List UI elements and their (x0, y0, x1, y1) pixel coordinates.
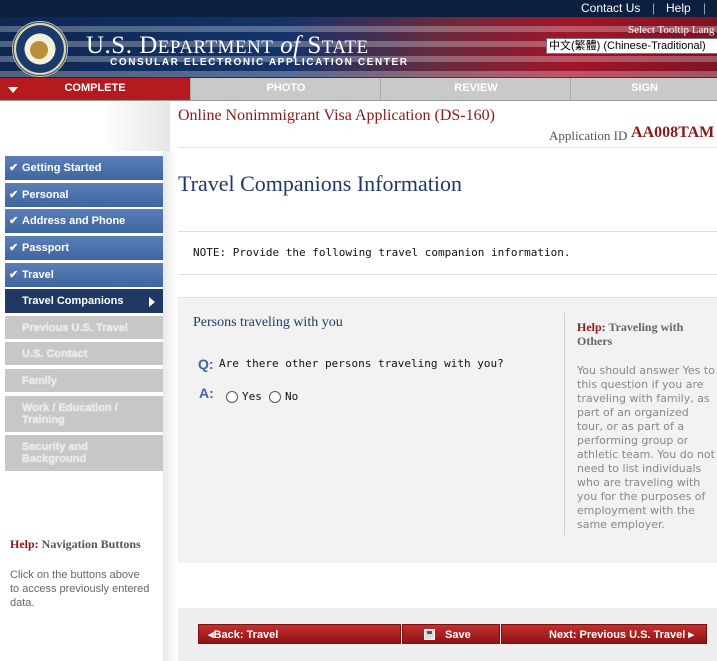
save-button[interactable]: Save (402, 624, 500, 644)
chevron-right-icon: ▸ (688, 629, 694, 641)
help-title: Help: Traveling with Others (577, 320, 684, 348)
help-link[interactable]: Help (666, 1, 691, 15)
chevron-right-icon (149, 297, 155, 307)
sidebar-shade (163, 151, 177, 661)
sidebar-item-passport[interactable]: ✔ Passport (5, 236, 163, 261)
checkmark-icon: ✔ (9, 189, 19, 201)
divider (178, 147, 717, 148)
progress-step-sign: SIGN (570, 78, 717, 100)
sidebar-item-travel-companions[interactable]: Travel Companions (5, 289, 163, 314)
department-subtitle: CONSULAR ELECTRONIC APPLICATION CENTER (110, 57, 409, 68)
floppy-disk-icon (424, 629, 435, 640)
page-title: Travel Companions Information (178, 171, 462, 196)
chevron-down-icon (8, 87, 18, 93)
navigation-help-title: Help: Navigation Buttons (10, 537, 141, 551)
checkmark-icon: ✔ (9, 242, 19, 254)
radio-yes-label[interactable]: Yes (242, 390, 262, 403)
application-id-label: Application ID (549, 128, 628, 143)
sidebar-item-previous-us-travel: Previous U.S. Travel (5, 316, 163, 340)
eagle-icon (30, 41, 48, 59)
top-separator: | (652, 1, 656, 15)
sidebar-item-travel[interactable]: ✔ Travel (5, 263, 163, 288)
contact-us-link[interactable]: Contact Us (581, 1, 640, 15)
next-button[interactable]: Next: Previous U.S. Travel ▸ (501, 624, 707, 644)
application-title: Online Nonimmigrant Visa Application (DS… (178, 107, 495, 124)
question-marker: Q: (198, 356, 214, 372)
checkmark-icon: ✔ (9, 215, 19, 227)
tooltip-language-label: Select Tooltip Lang (628, 24, 715, 36)
navigation-help-body: Click on the buttons above to access pre… (10, 569, 150, 609)
progress-step-complete: COMPLETE (0, 78, 190, 100)
department-title: U.S. DEPARTMENT of STATE (86, 32, 369, 59)
tooltip-language-select[interactable]: 中文(繁體) (Chinese-Traditional) (546, 38, 717, 54)
section-title: Persons traveling with you (193, 315, 343, 330)
radio-yes[interactable] (226, 391, 238, 403)
checkmark-icon: ✔ (9, 269, 19, 281)
checkmark-icon: ✔ (9, 162, 19, 174)
sidebar-item-getting-started[interactable]: ✔ Getting Started (5, 156, 163, 181)
application-id-value: AA008TAM (631, 124, 715, 141)
sidebar-shade (0, 101, 170, 151)
sidebar-item-security-and-background: Security and Background (5, 435, 163, 472)
sidebar-item-work-education-training: Work / Education / Training (5, 396, 163, 433)
progress-step-review: REVIEW (380, 78, 571, 100)
radio-no[interactable] (269, 391, 281, 403)
help-body: You should answer Yes to this question i… (577, 364, 715, 531)
back-button[interactable]: ◂Back: Travel (198, 624, 401, 644)
progress-step-photo: PHOTO (190, 78, 381, 100)
help-divider (564, 313, 565, 535)
sidebar-item-family: Family (5, 369, 163, 393)
sidebar-item-personal[interactable]: ✔ Personal (5, 183, 163, 208)
answer-marker: A: (199, 385, 214, 401)
question-text: Are there other persons traveling with y… (219, 357, 504, 370)
radio-no-label[interactable]: No (285, 390, 298, 403)
sidebar-item-address-and-phone[interactable]: ✔ Address and Phone (5, 209, 163, 234)
note-text: NOTE: Provide the following travel compa… (193, 246, 571, 259)
top-separator: | (703, 1, 707, 15)
sidebar-item-us-contact: U.S. Contact (5, 342, 163, 366)
